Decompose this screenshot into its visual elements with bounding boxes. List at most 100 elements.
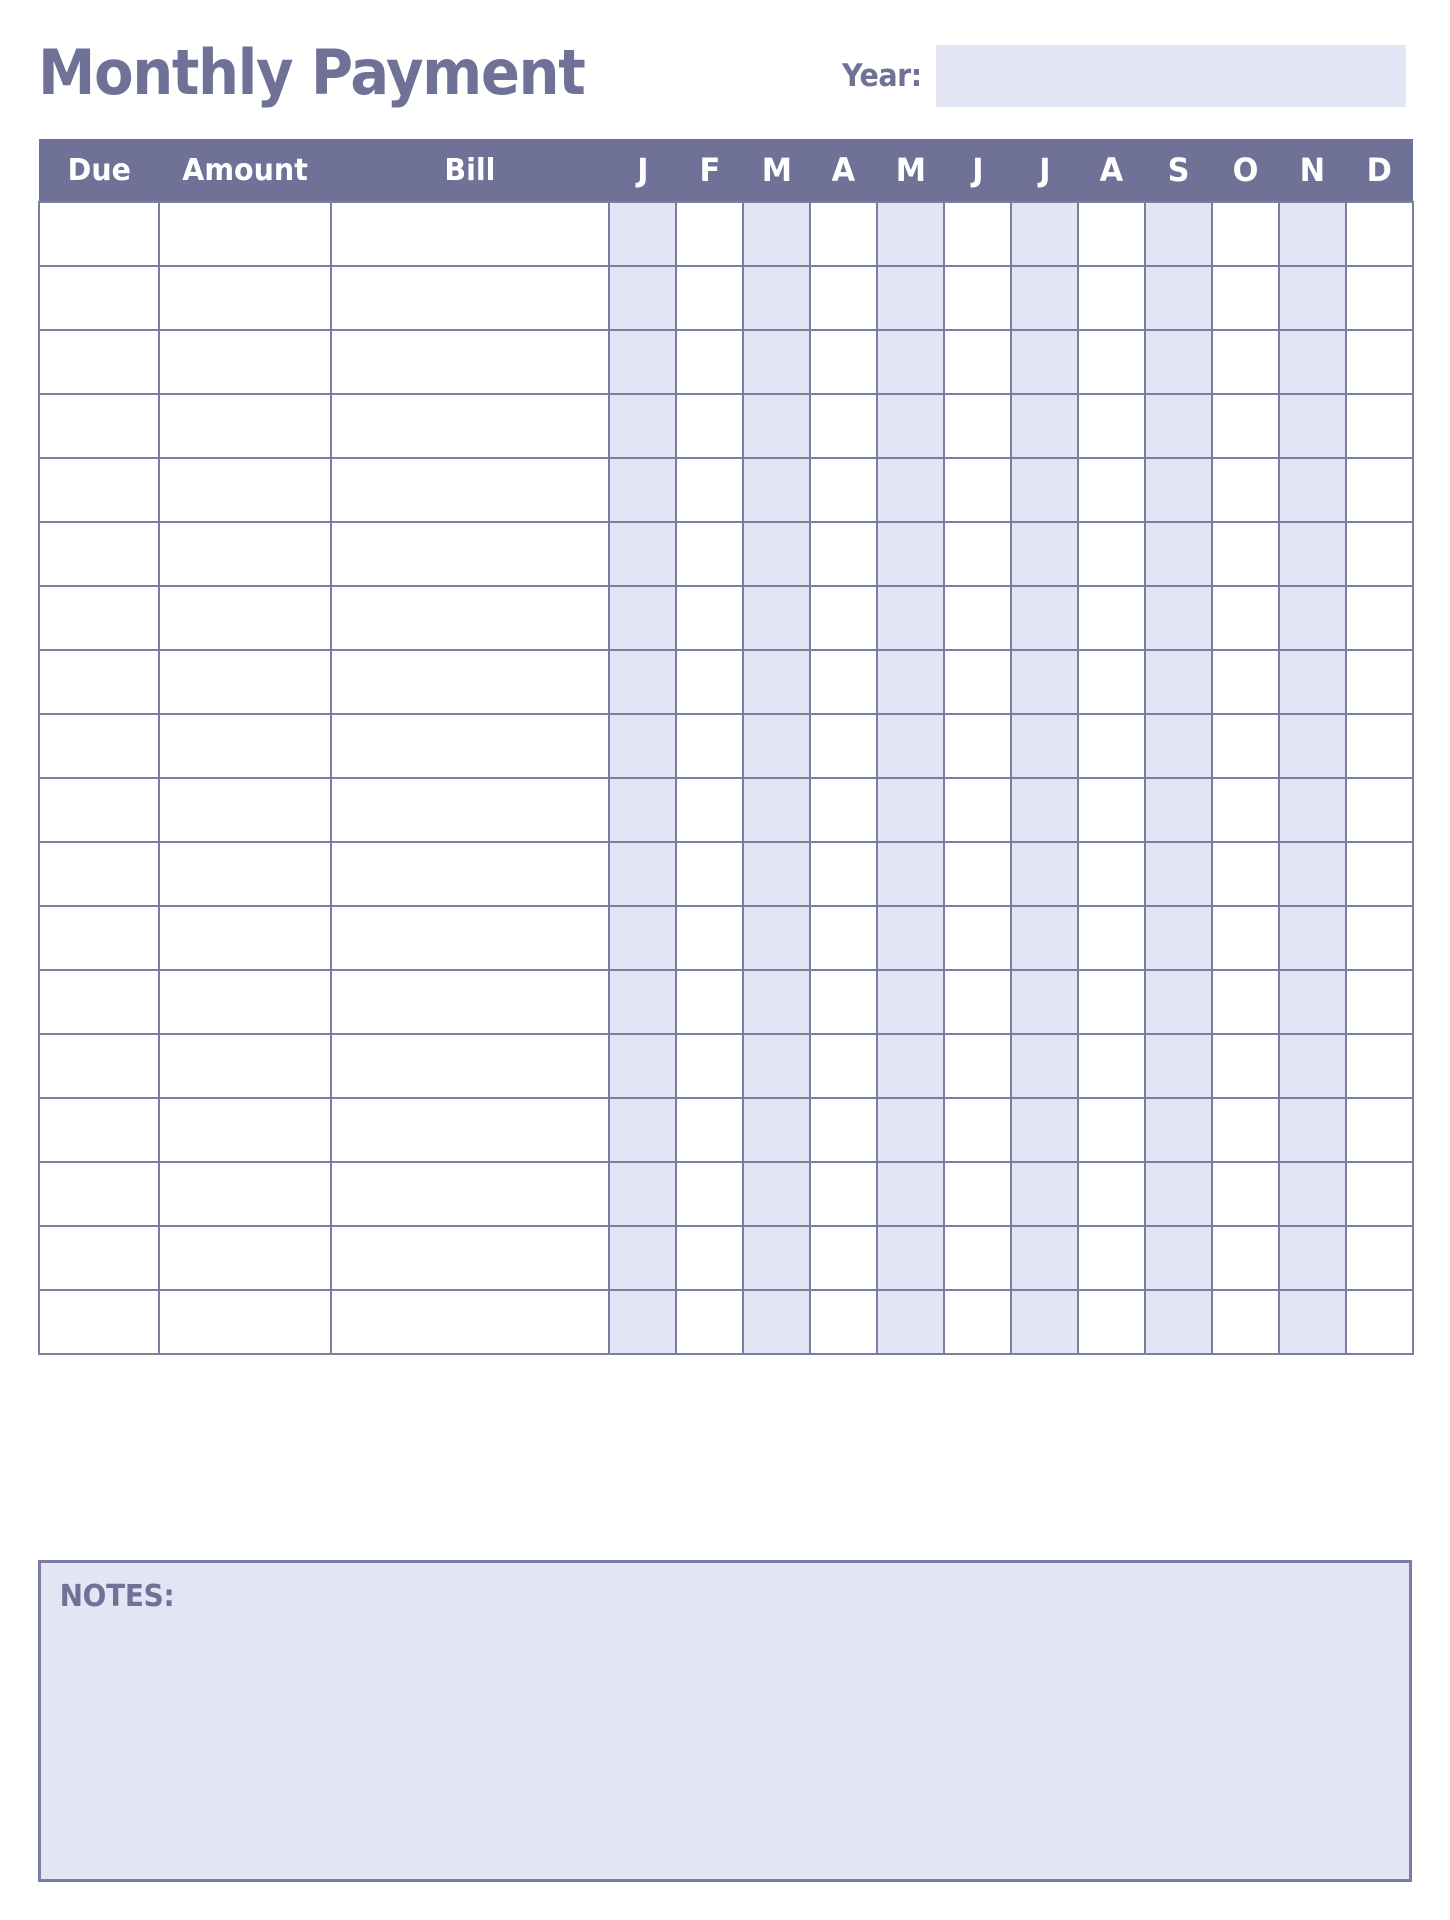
cell-bill[interactable] [330,201,610,267]
cell-month-january[interactable] [608,393,677,459]
cell-month-september[interactable] [1144,521,1213,587]
cell-month-july[interactable] [1010,1289,1079,1355]
cell-month-march[interactable] [742,1225,811,1291]
cell-month-september[interactable] [1144,713,1213,779]
cell-month-april[interactable] [809,905,878,971]
cell-due[interactable] [38,1033,160,1099]
cell-month-december[interactable] [1345,201,1414,267]
cell-month-september[interactable] [1144,201,1213,267]
cell-month-march[interactable] [742,393,811,459]
cell-month-march[interactable] [742,649,811,715]
cell-bill[interactable] [330,1225,610,1291]
cell-month-august[interactable] [1077,1033,1146,1099]
cell-month-march[interactable] [742,1161,811,1227]
cell-month-april[interactable] [809,393,878,459]
cell-month-november[interactable] [1278,265,1347,331]
cell-bill[interactable] [330,649,610,715]
cell-month-october[interactable] [1211,905,1280,971]
cell-month-october[interactable] [1211,201,1280,267]
cell-month-january[interactable] [608,265,677,331]
cell-month-june[interactable] [943,713,1012,779]
cell-month-january[interactable] [608,1161,677,1227]
cell-due[interactable] [38,521,160,587]
cell-amount[interactable] [158,521,332,587]
cell-month-february[interactable] [675,1225,744,1291]
cell-month-january[interactable] [608,841,677,907]
cell-month-july[interactable] [1010,585,1079,651]
cell-due[interactable] [38,969,160,1035]
cell-month-january[interactable] [608,201,677,267]
cell-month-may[interactable] [876,201,945,267]
cell-month-august[interactable] [1077,585,1146,651]
cell-month-february[interactable] [675,969,744,1035]
cell-month-january[interactable] [608,1225,677,1291]
cell-month-august[interactable] [1077,777,1146,843]
cell-month-august[interactable] [1077,969,1146,1035]
cell-month-june[interactable] [943,1289,1012,1355]
cell-month-december[interactable] [1345,713,1414,779]
cell-month-november[interactable] [1278,713,1347,779]
cell-bill[interactable] [330,329,610,395]
cell-month-december[interactable] [1345,521,1414,587]
cell-month-january[interactable] [608,521,677,587]
cell-month-march[interactable] [742,1033,811,1099]
cell-month-september[interactable] [1144,393,1213,459]
cell-month-july[interactable] [1010,329,1079,395]
cell-month-december[interactable] [1345,1033,1414,1099]
cell-month-august[interactable] [1077,329,1146,395]
cell-month-september[interactable] [1144,457,1213,523]
cell-due[interactable] [38,457,160,523]
cell-month-march[interactable] [742,777,811,843]
cell-month-july[interactable] [1010,649,1079,715]
cell-month-february[interactable] [675,201,744,267]
cell-amount[interactable] [158,649,332,715]
cell-month-july[interactable] [1010,201,1079,267]
cell-month-october[interactable] [1211,649,1280,715]
cell-month-january[interactable] [608,329,677,395]
cell-month-july[interactable] [1010,969,1079,1035]
cell-month-february[interactable] [675,777,744,843]
cell-month-june[interactable] [943,393,1012,459]
cell-month-april[interactable] [809,329,878,395]
cell-month-november[interactable] [1278,201,1347,267]
cell-bill[interactable] [330,905,610,971]
cell-month-august[interactable] [1077,457,1146,523]
cell-month-november[interactable] [1278,841,1347,907]
cell-month-october[interactable] [1211,969,1280,1035]
cell-month-march[interactable] [742,1289,811,1355]
cell-month-july[interactable] [1010,841,1079,907]
cell-bill[interactable] [330,969,610,1035]
cell-month-december[interactable] [1345,841,1414,907]
cell-month-july[interactable] [1010,1033,1079,1099]
cell-month-april[interactable] [809,1033,878,1099]
cell-amount[interactable] [158,1097,332,1163]
cell-month-april[interactable] [809,649,878,715]
cell-month-august[interactable] [1077,649,1146,715]
cell-month-june[interactable] [943,1161,1012,1227]
cell-amount[interactable] [158,1225,332,1291]
cell-amount[interactable] [158,905,332,971]
cell-month-december[interactable] [1345,1225,1414,1291]
cell-month-november[interactable] [1278,393,1347,459]
cell-month-february[interactable] [675,1161,744,1227]
cell-month-june[interactable] [943,777,1012,843]
cell-month-april[interactable] [809,457,878,523]
cell-due[interactable] [38,905,160,971]
cell-month-march[interactable] [742,265,811,331]
cell-month-november[interactable] [1278,1033,1347,1099]
cell-month-january[interactable] [608,1033,677,1099]
cell-month-september[interactable] [1144,585,1213,651]
cell-month-december[interactable] [1345,585,1414,651]
cell-month-november[interactable] [1278,329,1347,395]
cell-due[interactable] [38,265,160,331]
cell-month-november[interactable] [1278,905,1347,971]
cell-month-march[interactable] [742,841,811,907]
cell-month-january[interactable] [608,457,677,523]
cell-month-july[interactable] [1010,905,1079,971]
cell-due[interactable] [38,393,160,459]
cell-due[interactable] [38,777,160,843]
cell-month-august[interactable] [1077,841,1146,907]
cell-month-may[interactable] [876,841,945,907]
cell-month-november[interactable] [1278,1097,1347,1163]
cell-bill[interactable] [330,521,610,587]
